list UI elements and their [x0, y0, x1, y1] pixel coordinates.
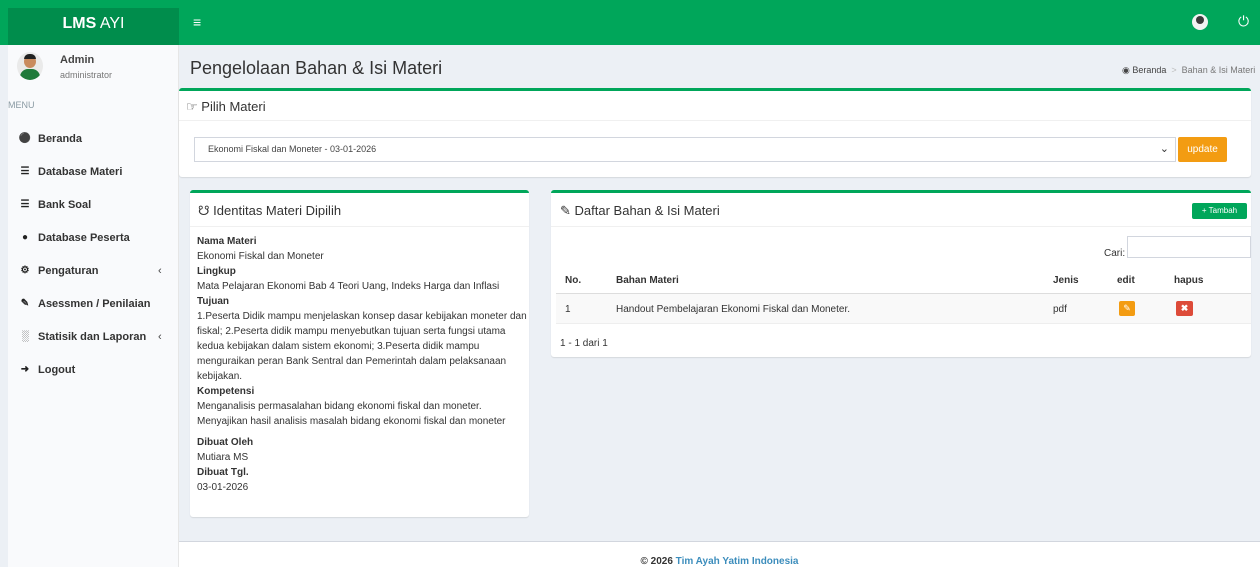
tujuan-value: 1.Peserta Didik mampu menjelaskan konsep…	[197, 311, 527, 382]
database-icon: ☰	[20, 166, 30, 177]
pagination-info: 1 - 1 dari 1	[560, 338, 608, 349]
cell-bahan: Handout Pembelajaran Ekonomi Fiskal dan …	[616, 304, 851, 315]
breadcrumb-home[interactable]: Beranda	[1132, 65, 1166, 75]
sidebar-item-database-peserta[interactable]: ● Database Peserta	[8, 228, 179, 248]
footer-text: © 2026 Tim Ayah Yatim Indonesia	[640, 556, 799, 567]
avatar	[17, 52, 43, 80]
select-value: Ekonomi Fiskal dan Moneter - 03-01-2026	[208, 144, 377, 154]
bar-chart-icon: ░	[21, 331, 29, 342]
sidebar-item-label: Asessmen / Penilaian	[38, 298, 151, 310]
kompetensi-value: Menganalisis permasalahan bidang ekonomi…	[197, 401, 506, 427]
dashboard-icon: ◉	[1122, 65, 1130, 75]
daftar-bahan-box: ✎ Daftar Bahan & Isi Materi + Tambah Car…	[551, 190, 1251, 357]
box-header: ✎ Daftar Bahan & Isi Materi + Tambah	[551, 193, 1251, 227]
box-title: ☋ Identitas Materi Dipilih	[198, 203, 342, 218]
sidebar-item-database-materi[interactable]: ☰ Database Materi	[8, 162, 179, 182]
dibuat-oleh-label: Dibuat Oleh	[197, 437, 254, 448]
user-avatar-icon[interactable]	[1192, 14, 1208, 30]
sidebar-item-statisik[interactable]: ░ Statisik dan Laporan ‹	[8, 327, 179, 347]
dibuat-oleh-value: Mutiara MS	[197, 452, 249, 463]
footer-link[interactable]: Tim Ayah Yatim Indonesia	[676, 556, 799, 567]
user-name: Admin	[60, 54, 95, 66]
chevron-down-icon: ⌄	[1159, 143, 1169, 155]
cell-no: 1	[565, 304, 571, 315]
user-panel: Admin administrator	[8, 45, 179, 87]
update-button[interactable]: update	[1178, 137, 1227, 162]
table-header: No. Bahan Materi Jenis edit hapus	[556, 265, 1251, 294]
materi-select[interactable]: Ekonomi Fiskal dan Moneter - 03-01-2026 …	[194, 137, 1176, 162]
sidebar-item-pengaturan[interactable]: ⚙ Pengaturan ‹	[8, 261, 179, 281]
materi-table: No. Bahan Materi Jenis edit hapus 1 Hand…	[556, 265, 1251, 324]
identitas-details: Nama Materi Ekonomi Fiskal dan Moneter L…	[197, 234, 527, 495]
edit-icon: ✎	[20, 298, 30, 309]
lingkup-label: Lingkup	[197, 266, 236, 277]
box-title: ☞ Pilih Materi	[186, 99, 266, 114]
kompetensi-label: Kompetensi	[197, 386, 255, 397]
nama-materi-label: Nama Materi	[197, 236, 257, 247]
menu-header: MENU	[8, 100, 35, 110]
sidebar-item-label: Statisik dan Laporan	[38, 331, 147, 343]
search-input[interactable]	[1127, 236, 1251, 258]
hand-pointer-icon: ☞	[186, 99, 198, 114]
plus-icon: +	[1201, 206, 1207, 215]
table-row: 1 Handout Pembelajaran Ekonomi Fiskal da…	[556, 294, 1251, 324]
power-icon[interactable]: ⏻	[1238, 12, 1249, 30]
sign-out-icon: ➜	[20, 364, 30, 375]
column-header[interactable]: Jenis	[1053, 275, 1079, 286]
column-header[interactable]: Bahan Materi	[616, 275, 679, 286]
identitas-materi-box: ☋ Identitas Materi Dipilih Nama Materi E…	[190, 190, 529, 517]
edit-icon: ✎	[1123, 303, 1131, 313]
box-title: ✎ Daftar Bahan & Isi Materi	[560, 203, 720, 218]
breadcrumb-current: Bahan & Isi Materi	[1181, 65, 1256, 75]
page-title: Pengelolaan Bahan & Isi Materi	[190, 58, 443, 78]
sidebar-item-label: Database Materi	[38, 166, 123, 178]
column-header[interactable]: hapus	[1174, 275, 1203, 286]
tambah-button[interactable]: + Tambah	[1192, 203, 1247, 219]
close-icon: ✖	[1180, 303, 1189, 313]
home-icon: ⚫	[18, 133, 32, 144]
user-role: administrator	[60, 70, 113, 80]
lingkup-value: Mata Pelajaran Ekonomi Bab 4 Teori Uang,…	[197, 281, 500, 292]
sidebar: Admin administrator MENU ⚫ Beranda ☰ Dat…	[8, 45, 179, 567]
users-icon: ●	[21, 232, 29, 243]
edit-button[interactable]: ✎	[1119, 301, 1135, 316]
gear-icon: ⚙	[20, 265, 30, 276]
breadcrumb: ◉ Beranda > Bahan & Isi Materi	[1122, 65, 1256, 75]
sidebar-item-bank-soal[interactable]: ☰ Bank Soal	[8, 195, 179, 215]
dibuat-tgl-label: Dibuat Tgl.	[197, 467, 249, 478]
pilih-materi-box: ☞ Pilih Materi Ekonomi Fiskal dan Monete…	[179, 88, 1251, 177]
sidebar-item-label: Database Peserta	[38, 232, 130, 244]
sidebar-item-label: Pengaturan	[38, 265, 99, 277]
box-header: ☞ Pilih Materi	[179, 91, 1251, 121]
tujuan-label: Tujuan	[197, 296, 230, 307]
cell-jenis: pdf	[1053, 304, 1067, 315]
sidebar-item-beranda[interactable]: ⚫ Beranda	[8, 129, 179, 149]
dibuat-tgl-value: 03-01-2026	[197, 482, 249, 493]
sidebar-item-asessmen[interactable]: ✎ Asessmen / Penilaian	[8, 294, 179, 314]
edit-icon: ✎	[560, 203, 571, 218]
nama-materi-value: Ekonomi Fiskal dan Moneter	[197, 251, 324, 262]
search-label: Cari:	[1104, 248, 1126, 259]
sidebar-item-logout[interactable]: ➜ Logout	[8, 360, 179, 380]
footer: © 2026 Tim Ayah Yatim Indonesia	[179, 541, 1260, 567]
column-header[interactable]: edit	[1117, 275, 1135, 286]
sidebar-item-label: Logout	[38, 364, 76, 376]
database-icon: ☰	[20, 199, 30, 210]
column-header[interactable]: No.	[565, 275, 581, 286]
box-header: ☋ Identitas Materi Dipilih	[190, 193, 529, 227]
sidebar-item-label: Bank Soal	[38, 199, 92, 211]
sidebar-item-label: Beranda	[38, 133, 83, 145]
top-navbar: LMS AYI ≡ ⏻	[0, 0, 1260, 45]
bullhorn-icon: ☋	[198, 203, 210, 218]
delete-button[interactable]: ✖	[1176, 301, 1193, 316]
sidebar-toggle-icon[interactable]: ≡	[193, 13, 201, 31]
chevron-left-icon: ‹	[158, 265, 162, 277]
chevron-left-icon: ‹	[158, 331, 162, 343]
app-logo[interactable]: LMS AYI	[8, 8, 179, 45]
